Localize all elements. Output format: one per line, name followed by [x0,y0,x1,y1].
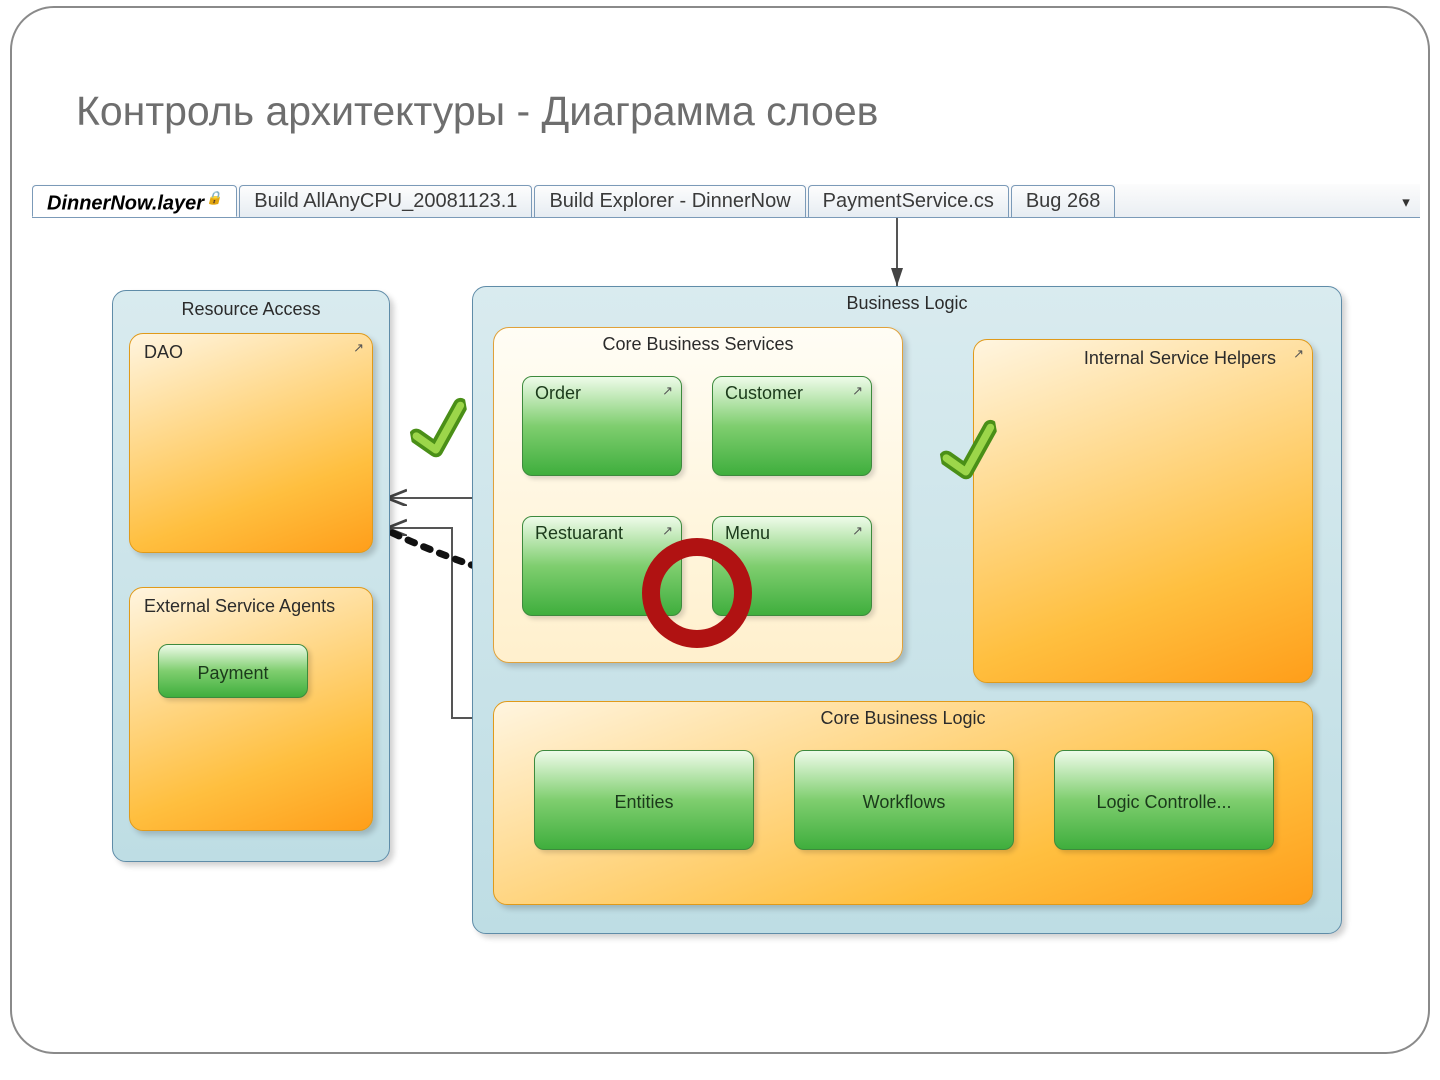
layer-resource-access[interactable]: Resource Access DAO ↗ External Service A… [112,290,390,862]
node-label: Restuarant [535,523,623,544]
node-label: Payment [197,663,268,684]
package-internal-service-helpers[interactable]: Internal Service Helpers ↗ [973,339,1313,683]
package-dao[interactable]: DAO ↗ [129,333,373,553]
link-icon: ↗ [662,523,673,539]
tab-bug268[interactable]: Bug 268 [1011,185,1116,217]
tab-dinnernow-layer[interactable]: DinnerNow.layer🔒 [32,185,237,217]
package-external-service-agents[interactable]: External Service Agents Payment [129,587,373,831]
link-icon: ↗ [353,340,364,356]
check-icon [935,417,1005,487]
node-label: Order [535,383,581,404]
diagram-canvas[interactable]: Resource Access DAO ↗ External Service A… [32,218,1420,1024]
slide-title: Контроль архитектуры - Диаграмма слоев [76,88,878,135]
node-workflows[interactable]: Workflows [794,750,1014,850]
tab-overflow-icon[interactable]: ▾ [1392,193,1420,217]
tab-build-allanycpu[interactable]: Build AllAnyCPU_20081123.1 [239,185,532,217]
link-icon: ↗ [1293,346,1304,362]
node-logic-controllers[interactable]: Logic Controlle... [1054,750,1274,850]
link-icon: ↗ [852,383,863,399]
node-label: Logic Controlle... [1096,792,1231,813]
node-menu[interactable]: Menu ↗ [712,516,872,616]
package-title: Core Business Services [494,334,902,355]
check-icon [405,395,475,465]
layer-business-logic[interactable]: Business Logic Core Business Services Or… [472,286,1342,934]
node-label: Customer [725,383,803,404]
node-payment[interactable]: Payment [158,644,308,698]
node-entities[interactable]: Entities [534,750,754,850]
node-order[interactable]: Order ↗ [522,376,682,476]
slide-frame: Контроль архитектуры - Диаграмма слоев D… [10,6,1430,1054]
tab-label: DinnerNow.layer [47,193,204,215]
link-icon: ↗ [852,523,863,539]
lock-icon: 🔒 [206,190,222,205]
node-restaurant[interactable]: Restuarant ↗ [522,516,682,616]
layer-title: Business Logic [473,293,1341,314]
tab-paymentservice[interactable]: PaymentService.cs [808,185,1009,217]
link-icon: ↗ [662,383,673,399]
tabstrip: DinnerNow.layer🔒 Build AllAnyCPU_2008112… [32,184,1420,218]
node-customer[interactable]: Customer ↗ [712,376,872,476]
package-core-business-logic[interactable]: Core Business Logic Entities Workflows L… [493,701,1313,905]
node-label: Workflows [863,792,946,813]
node-label: Entities [614,792,673,813]
node-label: Menu [725,523,770,544]
package-core-business-services[interactable]: Core Business Services Order ↗ Customer … [493,327,903,663]
tab-build-explorer[interactable]: Build Explorer - DinnerNow [534,185,805,217]
package-title: External Service Agents [130,588,372,625]
package-title: Core Business Logic [494,708,1312,729]
package-title: Internal Service Helpers [974,340,1312,369]
layer-title: Resource Access [113,299,389,320]
package-title: DAO [130,334,372,371]
